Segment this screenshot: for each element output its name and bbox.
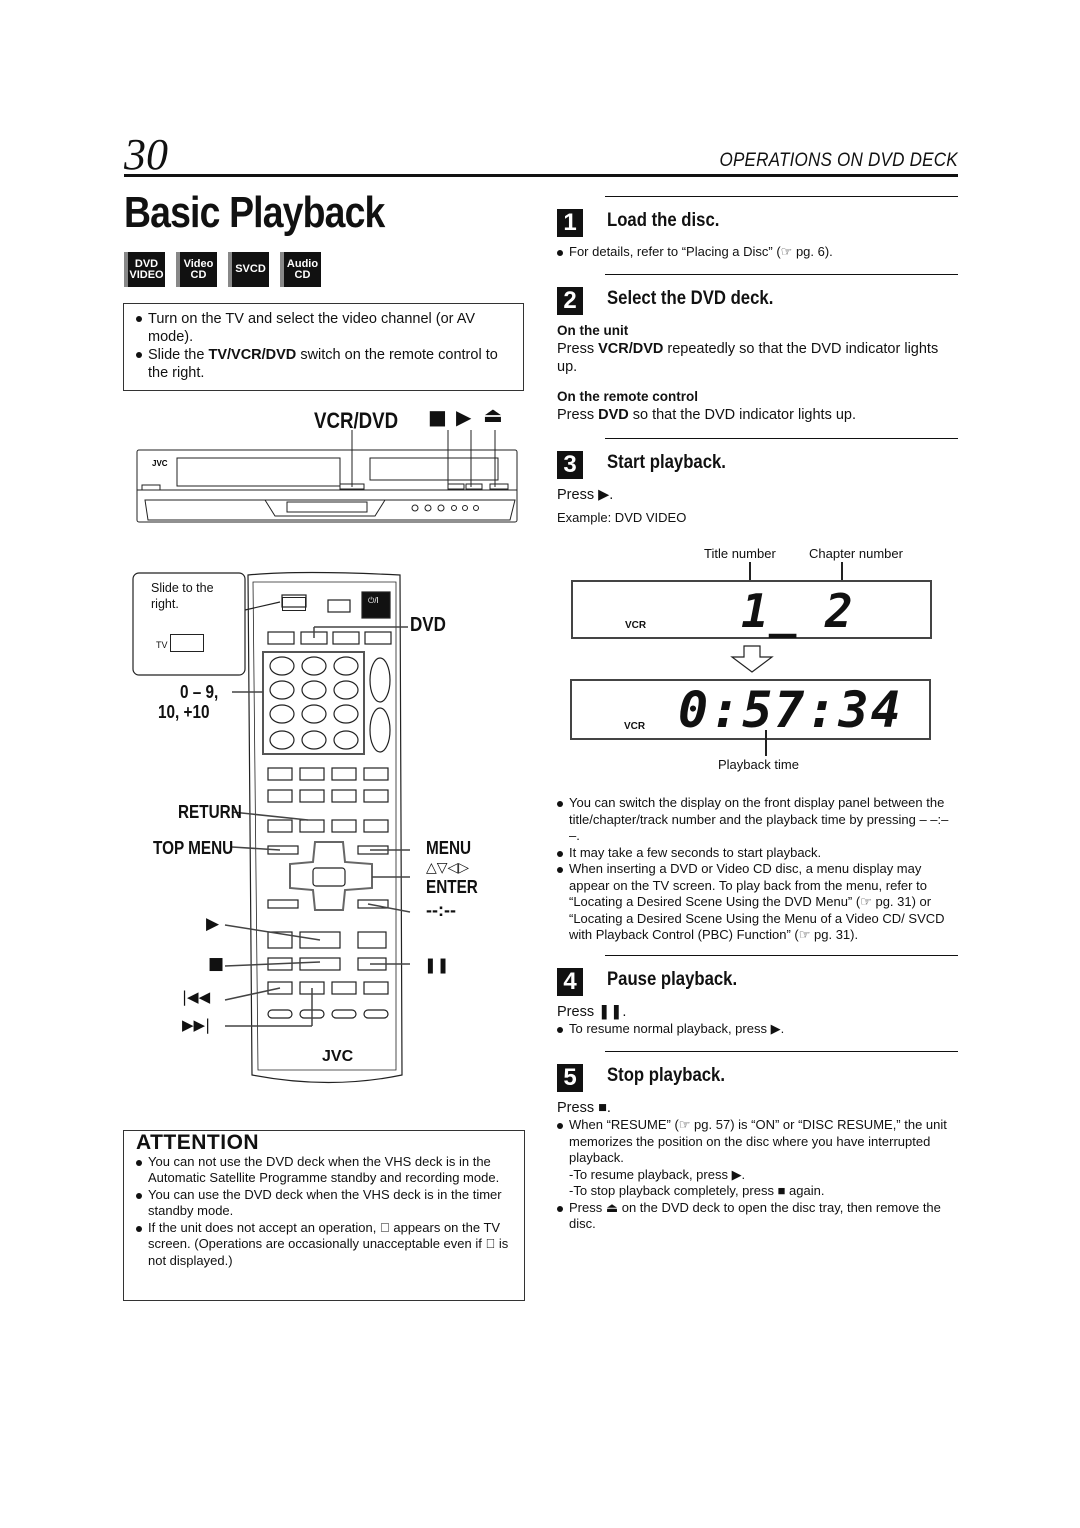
badge-video-cd: Video CD <box>176 252 217 287</box>
step-number: 1 <box>557 209 583 237</box>
step-1: 1 Load the disc. For details, refer to “… <box>557 196 958 266</box>
disc-type-badges: DVD VIDEO Video CD SVCD Audio CD <box>124 252 321 287</box>
step-heading: Stop playback. <box>607 1065 726 1086</box>
step-bullet: When “RESUME” (☞ pg. 57) is “ON” or “DIS… <box>557 1117 957 1167</box>
deck-brand: JVC <box>152 459 168 468</box>
step-2: 2 Select the DVD deck. On the unit Press… <box>557 274 958 434</box>
dvd-button-callout: DVD <box>410 614 446 636</box>
step-5: 5 Stop playback. Press ■. When “RESUME” … <box>557 1051 958 1241</box>
badge-dvd-video: DVD VIDEO <box>124 252 165 287</box>
step-number: 4 <box>557 968 583 996</box>
subsection-label: On the remote control <box>557 389 699 404</box>
page-number: 30 <box>124 130 168 179</box>
step-4: 4 Pause playback. Press ❚❚. To resume no… <box>557 955 958 1045</box>
previous-button-callout: |◀◀ <box>182 988 211 1006</box>
step-heading: Select the DVD deck. <box>607 288 774 309</box>
prerequisite-item: Slide the TV/VCR/DVD switch on the remot… <box>136 346 513 382</box>
step-bullet: It may take a few seconds to start playb… <box>557 845 957 862</box>
enter-button-callout: ENTER <box>426 877 478 897</box>
attention-heading: ATTENTION <box>136 1131 260 1154</box>
remote-mode-switch[interactable] <box>282 597 306 611</box>
step-press-instruction: Press ▶. <box>557 487 614 503</box>
slide-note: Slide to the right. <box>151 581 214 611</box>
on-the-unit-section: On the unit Press VCR/DVD repeatedly so … <box>557 323 939 375</box>
stop-button-callout: ■ <box>208 954 225 974</box>
example-label: Example: DVD VIDEO <box>557 510 687 525</box>
step-bullet: For details, refer to “Placing a Disc” (… <box>557 244 958 261</box>
step-number: 5 <box>557 1064 583 1092</box>
attention-box: ATTENTION You can not use the DVD deck w… <box>123 1130 525 1301</box>
step-heading: Load the disc. <box>607 210 720 231</box>
step-3-notes: You can switch the display on the front … <box>557 795 957 944</box>
tv-vcr-dvd-switch[interactable] <box>170 634 204 652</box>
remote-brand: JVC <box>322 1048 354 1065</box>
front-display-title-chapter: VCR 1_ 2 <box>571 580 932 639</box>
step-5-notes: When “RESUME” (☞ pg. 57) is “ON” or “DIS… <box>557 1117 957 1233</box>
display-button-callout: --:-- <box>426 900 456 920</box>
number-buttons-callout-2: 10, +10 <box>158 702 210 722</box>
step-bullet: To resume normal playback, press ▶. <box>557 1021 958 1038</box>
front-display-playback-time: VCR 0:57:34 <box>570 679 931 740</box>
step-press-instruction: Press ■. <box>557 1100 611 1116</box>
vcr-dvd-deck-illustration: JVC <box>136 430 518 523</box>
section-title: OPERATIONS ON DVD DECK <box>719 150 958 171</box>
attention-item: You can use the DVD deck when the VHS de… <box>136 1187 514 1220</box>
step-press-instruction: Press ❚❚. <box>557 1004 627 1020</box>
power-button-label: ⏻/I <box>368 596 379 605</box>
step-bullet: You can switch the display on the front … <box>557 795 957 845</box>
menu-button-callout: MENU <box>426 838 472 858</box>
sub-instruction: -To stop playback completely, press ■ ag… <box>569 1183 825 1198</box>
sub-instruction: -To resume playback, press ▶. <box>569 1166 746 1182</box>
title-number-value: 1_ <box>741 584 797 638</box>
attention-item: If the unit does not accept an operation… <box>136 1220 514 1270</box>
return-button-callout: RETURN <box>178 802 242 822</box>
tv-label: TV <box>156 640 168 650</box>
pause-button-callout: ❚❚ <box>424 956 450 974</box>
chapter-number-label: Chapter number <box>809 546 903 561</box>
step-bullet: Press ⏏ on the DVD deck to open the disc… <box>557 1200 957 1233</box>
step-bullet: When inserting a DVD or Video CD disc, a… <box>557 861 957 944</box>
next-button-callout: ▶▶| <box>182 1016 211 1034</box>
number-buttons-callout-1: 0 – 9, <box>180 682 219 702</box>
cursor-arrows-callout: △▽◁▷ <box>426 860 470 876</box>
display-indicator: VCR <box>624 721 646 732</box>
playback-time-value: 0:57:34 <box>678 681 903 739</box>
display-indicator: VCR <box>625 620 647 631</box>
step-heading: Start playback. <box>607 452 726 473</box>
subsection-label: On the unit <box>557 323 629 338</box>
step-number: 3 <box>557 451 583 479</box>
attention-item: You can not use the DVD deck when the VH… <box>136 1154 514 1187</box>
on-the-remote-section: On the remote control Press DVD so that … <box>557 389 857 423</box>
playback-time-label: Playback time <box>718 757 799 772</box>
step-number: 2 <box>557 287 583 315</box>
top-menu-button-callout: TOP MENU <box>153 838 234 858</box>
page-title: Basic Playback <box>124 188 385 237</box>
step-heading: Pause playback. <box>607 969 738 990</box>
play-button-callout: ▶ <box>206 914 220 934</box>
down-arrow-icon <box>730 645 774 673</box>
prerequisite-item: Turn on the TV and select the video chan… <box>136 310 513 346</box>
prerequisite-box: Turn on the TV and select the video chan… <box>123 303 524 391</box>
header-rule <box>124 174 958 177</box>
badge-audio-cd: Audio CD <box>280 252 321 287</box>
badge-svcd: SVCD <box>228 252 269 287</box>
title-number-label: Title number <box>704 546 776 561</box>
chapter-number-value: 2 <box>825 584 853 638</box>
